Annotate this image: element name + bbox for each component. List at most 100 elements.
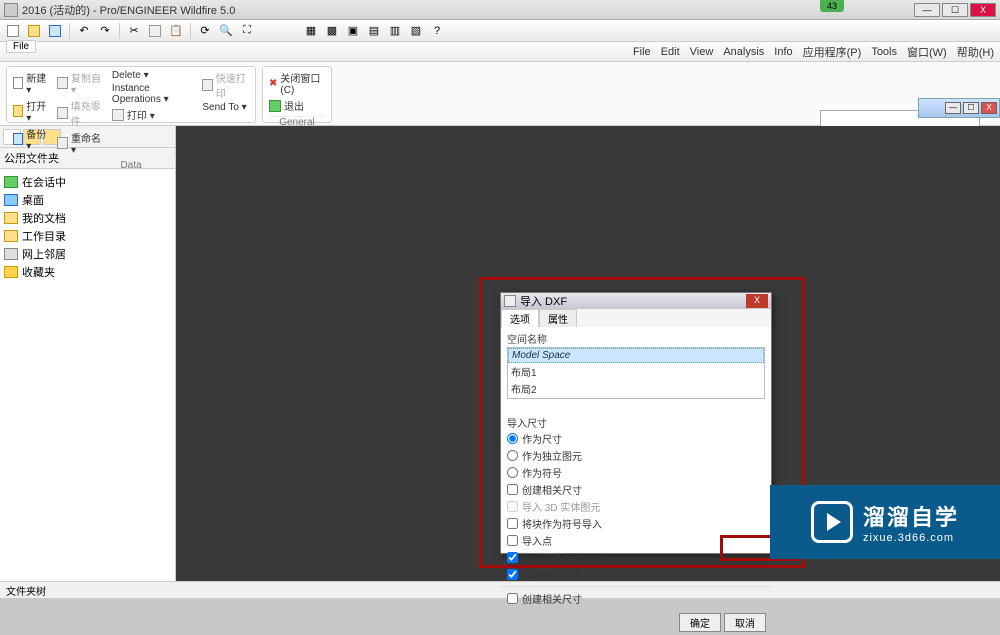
radio-as-entities[interactable]: 作为独立图元 [507, 448, 765, 463]
maximize-button[interactable]: ☐ [942, 3, 968, 17]
sidebar: 公用文件夹 在会话中 桌面 我的文档 工作目录 网上邻居 收藏夹 [0, 126, 176, 581]
open-button[interactable]: 打开 ▾ [13, 98, 49, 124]
view-e-icon[interactable]: ▥ [386, 22, 404, 40]
copy-icon[interactable] [146, 22, 164, 40]
check-related-dim[interactable]: 创建相关尺寸 [507, 482, 765, 497]
dialog-separator [501, 586, 771, 587]
separator [190, 23, 191, 39]
menu-file[interactable]: File [633, 46, 651, 58]
minimize-button[interactable]: — [914, 3, 940, 17]
watermark-logo-icon [811, 501, 853, 543]
dialog-close-button[interactable]: X [746, 294, 768, 308]
help-icon[interactable]: ? [428, 22, 446, 40]
window-title: 2016 (活动的) - Pro/ENGINEER Wildfire 5.0 [22, 2, 914, 18]
refresh-icon[interactable]: ⟳ [196, 22, 214, 40]
view-c-icon[interactable]: ▣ [344, 22, 362, 40]
folder-list: 在会话中 桌面 我的文档 工作目录 网上邻居 收藏夹 [0, 169, 175, 285]
exit-button[interactable]: 退出 [269, 98, 325, 113]
copyfrom-button: 复制自 ▾ [57, 70, 104, 96]
separator [119, 23, 120, 39]
zoom-icon[interactable]: 🔍 [217, 22, 235, 40]
check-multiline-text[interactable]: 创建多行文本 [507, 567, 765, 582]
main-area: 公用文件夹 在会话中 桌面 我的文档 工作目录 网上邻居 收藏夹 导入 DXF … [0, 126, 1000, 581]
dialog-tabs: 选项 属性 [501, 309, 771, 327]
cut-icon[interactable]: ✂ [125, 22, 143, 40]
statusbar-text: 文件夹树 [6, 583, 46, 598]
menu-analysis[interactable]: Analysis [723, 46, 764, 58]
sec-min-button[interactable]: — [945, 102, 961, 114]
import-size-header: 导入尺寸 [507, 415, 765, 430]
check-blocks-as-symbols[interactable]: 将块作为符号导入 [507, 516, 765, 531]
space-name-label: 空间名称 [507, 331, 765, 346]
space-layout1[interactable]: 布局1 [508, 363, 764, 380]
check-variable-page[interactable]: 创建可变页面大小 [507, 550, 765, 565]
quick-toolbar: ↶ ↷ ✂ 📋 ⟳ 🔍 ⛶ ▦ ▩ ▣ ▤ ▥ ▧ ? [0, 20, 1000, 42]
menu-window[interactable]: 窗口(W) [907, 44, 947, 60]
paste-icon[interactable]: 📋 [167, 22, 185, 40]
backup-button[interactable]: 备份 ▾ [13, 126, 49, 152]
undo-icon[interactable]: ↶ [75, 22, 93, 40]
secondary-window-controls: — ☐ X [918, 98, 1000, 118]
folder-network[interactable]: 网上邻居 [2, 245, 173, 263]
close-button[interactable]: X [970, 3, 996, 17]
folder-desktop[interactable]: 桌面 [2, 191, 173, 209]
view-a-icon[interactable]: ▦ [302, 22, 320, 40]
menu-info[interactable]: Info [774, 46, 792, 58]
space-model[interactable]: Model Space [508, 348, 764, 363]
sec-max-button[interactable]: ☐ [963, 102, 979, 114]
watermark-url: zixue.3d66.com [863, 532, 954, 544]
menu-help[interactable]: 帮助(H) [957, 44, 994, 60]
new-icon[interactable] [4, 22, 22, 40]
delete-button[interactable]: Delete ▾ [112, 70, 194, 81]
app-icon [4, 3, 18, 17]
new-button[interactable]: 新建 ▾ [13, 70, 49, 96]
ribbon-general-group: ✖关闭窗口(C) 退出 General [262, 66, 332, 123]
menu-view[interactable]: View [690, 46, 714, 58]
view-d-icon[interactable]: ▤ [365, 22, 383, 40]
fit-icon[interactable]: ⛶ [238, 22, 256, 40]
dialog-buttons: 确定 取消 [501, 610, 771, 635]
quickprint-button: 快速打印 [202, 70, 249, 100]
redo-icon[interactable]: ↷ [96, 22, 114, 40]
rename-button[interactable]: 重命名 ▾ [57, 130, 104, 156]
folder-mydocs[interactable]: 我的文档 [2, 209, 173, 227]
menu-edit[interactable]: Edit [661, 46, 680, 58]
separator [69, 23, 70, 39]
ribbon-data-group: 新建 ▾ 打开 ▾ 备份 ▾ 复制自 ▾ 填充零件 重命名 ▾ Delete ▾… [6, 66, 256, 123]
space-layout2[interactable]: 布局2 [508, 380, 764, 397]
folder-session[interactable]: 在会话中 [2, 173, 173, 191]
save-icon[interactable] [46, 22, 64, 40]
sendto-button[interactable]: Send To ▾ [202, 102, 249, 113]
titlebar: 2016 (活动的) - Pro/ENGINEER Wildfire 5.0 —… [0, 0, 1000, 20]
import-dxf-dialog: 导入 DXF X 选项 属性 空间名称 Model Space 布局1 布局2 … [500, 292, 772, 554]
watermark: 溜溜自学 zixue.3d66.com [770, 485, 1000, 559]
print-button[interactable]: 打印 ▾ [112, 107, 194, 122]
dialog-title: 导入 DXF [520, 293, 742, 309]
view-b-icon[interactable]: ▩ [323, 22, 341, 40]
check-import-points[interactable]: 导入点 [507, 533, 765, 548]
drawing-canvas[interactable]: 导入 DXF X 选项 属性 空间名称 Model Space 布局1 布局2 … [176, 126, 1000, 581]
ok-button[interactable]: 确定 [679, 613, 721, 632]
dialog-icon [504, 295, 516, 307]
watermark-title: 溜溜自学 [863, 500, 959, 532]
menu-tools[interactable]: Tools [871, 46, 897, 58]
tab-options[interactable]: 选项 [501, 309, 539, 327]
cancel-button[interactable]: 取消 [724, 613, 766, 632]
space-list[interactable]: Model Space 布局1 布局2 [507, 347, 765, 399]
highlight-box: 导入 DXF X 选项 属性 空间名称 Model Space 布局1 布局2 … [479, 277, 805, 568]
tab-properties[interactable]: 属性 [539, 309, 577, 327]
open-icon[interactable] [25, 22, 43, 40]
dialog-titlebar[interactable]: 导入 DXF X [501, 293, 771, 309]
file-tab[interactable]: File [6, 40, 36, 53]
view-f-icon[interactable]: ▧ [407, 22, 425, 40]
instance-ops-button[interactable]: Instance Operations ▾ [112, 83, 194, 105]
closewindow-button[interactable]: ✖关闭窗口(C) [269, 70, 325, 96]
menubar: File Edit View Analysis Info 应用程序(P) Too… [0, 42, 1000, 62]
menu-app[interactable]: 应用程序(P) [803, 44, 862, 60]
radio-as-symbol[interactable]: 作为符号 [507, 465, 765, 480]
radio-as-dimension[interactable]: 作为尺寸 [507, 431, 765, 446]
sec-close-button[interactable]: X [981, 102, 997, 114]
check-related-dim-2[interactable]: 创建相关尺寸 [507, 591, 765, 606]
folder-workdir[interactable]: 工作目录 [2, 227, 173, 245]
folder-favorites[interactable]: 收藏夹 [2, 263, 173, 281]
